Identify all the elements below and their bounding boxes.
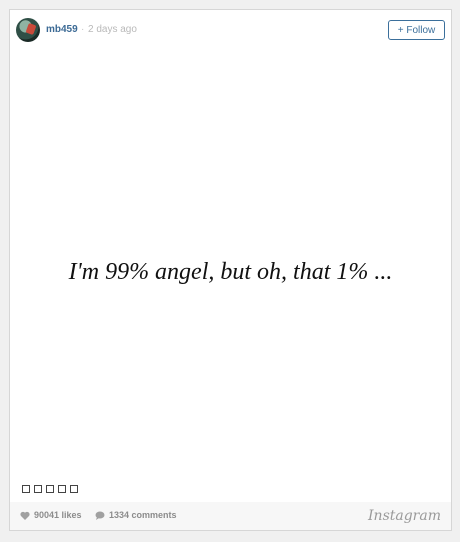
comments-label: 1334 comments [109,510,177,520]
instagram-embed-card: mb459 · 2 days ago + Follow I'm 99% ange… [9,9,452,531]
indicator-square [58,485,66,493]
quote-text: I'm 99% angel, but oh, that 1% ... [68,258,393,285]
indicator-square [46,485,54,493]
comment-icon [95,511,105,520]
follow-button[interactable]: + Follow [388,20,445,40]
likes-label: 90041 likes [34,510,82,520]
comments-count[interactable]: 1334 comments [95,510,177,520]
instagram-logo[interactable]: Instagram [368,508,441,524]
heart-icon [20,511,30,520]
post-footer: 90041 likes 1334 comments Instagram [10,502,451,530]
post-image[interactable]: I'm 99% angel, but oh, that 1% ... [10,50,451,482]
carousel-indicators [22,485,78,493]
post-header: mb459 · 2 days ago + Follow [10,10,451,50]
avatar[interactable] [16,18,40,42]
likes-count[interactable]: 90041 likes [20,510,82,520]
indicator-square [22,485,30,493]
indicator-square [70,485,78,493]
username-link[interactable]: mb459 [46,24,78,35]
post-timestamp[interactable]: 2 days ago [88,24,137,35]
separator-dot: · [81,24,85,35]
follow-button-label: + Follow [397,24,436,36]
indicator-square [34,485,42,493]
